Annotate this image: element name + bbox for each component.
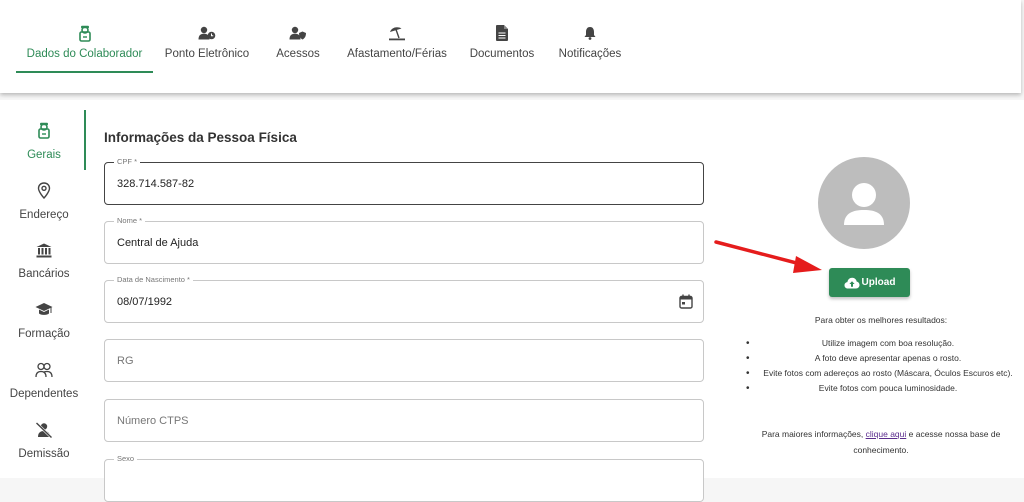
- field-label: Nome *: [114, 216, 146, 225]
- tab-afastamento-ferias[interactable]: Afastamento/Férias: [345, 24, 449, 60]
- umbrella-beach-icon: [388, 24, 406, 42]
- active-tab-indicator: [16, 71, 153, 73]
- sidebar-item-dependentes[interactable]: Dependentes: [0, 362, 88, 400]
- tips-list: Utilize imagem com boa resolução. A foto…: [736, 336, 1024, 396]
- section-title: Informações da Pessoa Física: [104, 130, 297, 145]
- field-placeholder: Número CTPS: [117, 415, 189, 427]
- field-label: CPF *: [114, 157, 141, 166]
- tips-title: Para obter os melhores resultados:: [814, 315, 948, 325]
- field-placeholder: RG: [117, 355, 134, 367]
- upload-label: Upload: [861, 277, 896, 288]
- calendar-icon[interactable]: [679, 294, 693, 314]
- tab-dados-do-colaborador[interactable]: Dados do Colaborador: [16, 24, 153, 60]
- user-silhouette-icon: [844, 183, 884, 225]
- graduation-cap-icon: [35, 302, 53, 323]
- field-label: Data de Nascimento *: [114, 275, 193, 284]
- bell-icon: [584, 24, 596, 42]
- sidebar-item-gerais[interactable]: Gerais: [0, 122, 88, 161]
- sexo-field[interactable]: Sexo: [104, 454, 704, 502]
- tab-label: Acessos: [276, 48, 320, 60]
- bank-icon: [36, 243, 52, 263]
- tab-acessos[interactable]: Acessos: [273, 24, 323, 60]
- tab-label: Dados do Colaborador: [26, 48, 143, 60]
- sidebar-item-label: Demissão: [18, 448, 70, 460]
- data-nascimento-field[interactable]: Data de Nascimento * 08/07/1992: [104, 275, 704, 323]
- field-value: 08/07/1992: [117, 296, 173, 308]
- list-item: Evite fotos com pouca luminosidade.: [736, 381, 1024, 396]
- more-info-prefix: Para maiores informações,: [761, 429, 866, 439]
- person-badge-icon: [37, 122, 51, 144]
- sidebar-item-demissao[interactable]: Demissão: [0, 422, 88, 460]
- more-info-text: Para maiores informações, clique aqui e …: [736, 426, 1024, 458]
- sidebar-item-label: Gerais: [27, 149, 61, 161]
- field-value: 328.714.587-82: [117, 178, 195, 190]
- red-arrow-icon: [714, 240, 822, 273]
- avatar-placeholder: [818, 157, 910, 249]
- document-icon: [496, 24, 508, 42]
- ctps-field[interactable]: Número CTPS: [104, 399, 704, 442]
- rg-field[interactable]: RG: [104, 339, 704, 382]
- cpf-field[interactable]: CPF * 328.714.587-82: [104, 157, 704, 205]
- field-label: Sexo: [114, 454, 138, 463]
- tab-notificacoes[interactable]: Notificações: [556, 24, 624, 60]
- tab-ponto-eletronico[interactable]: Ponto Eletrônico: [162, 24, 252, 60]
- sidebar-item-bancarios[interactable]: Bancários: [0, 243, 88, 280]
- top-nav-bar: Dados do Colaborador Ponto Eletrônico Ac…: [0, 0, 1021, 93]
- cloud-upload-icon: [844, 277, 860, 288]
- knowledge-base-link[interactable]: clique aqui: [866, 429, 907, 439]
- main-panel: Gerais Endereço Bancários Formação Depen…: [0, 100, 1024, 502]
- tab-label: Notificações: [558, 48, 622, 60]
- list-item: Evite fotos com adereços ao rosto (Másca…: [736, 366, 1024, 381]
- sidebar-item-label: Formação: [18, 328, 70, 340]
- sidebar-item-label: Bancários: [18, 268, 70, 280]
- list-item: Utilize imagem com boa resolução.: [736, 336, 1024, 351]
- tab-documentos[interactable]: Documentos: [467, 24, 537, 60]
- person-badge-icon: [78, 24, 92, 42]
- tab-label: Ponto Eletrônico: [164, 48, 250, 60]
- sidebar-item-formacao[interactable]: Formação: [0, 302, 88, 340]
- user-slash-icon: [35, 422, 53, 443]
- sidebar-item-label: Dependentes: [9, 388, 79, 400]
- user-clock-icon: [198, 24, 216, 42]
- field-value: Central de Ajuda: [117, 237, 199, 249]
- users-icon: [35, 362, 53, 383]
- list-item: A foto deve apresentar apenas o rosto.: [736, 351, 1024, 366]
- user-shield-icon: [289, 24, 307, 42]
- tab-label: Afastamento/Férias: [347, 48, 447, 60]
- sidebar-item-endereco[interactable]: Endereço: [0, 182, 88, 221]
- upload-button[interactable]: Upload: [829, 268, 910, 297]
- map-pin-icon: [37, 182, 51, 204]
- sidebar-item-label: Endereço: [19, 209, 69, 221]
- nome-field[interactable]: Nome * Central de Ajuda: [104, 216, 704, 264]
- tab-label: Documentos: [469, 48, 535, 60]
